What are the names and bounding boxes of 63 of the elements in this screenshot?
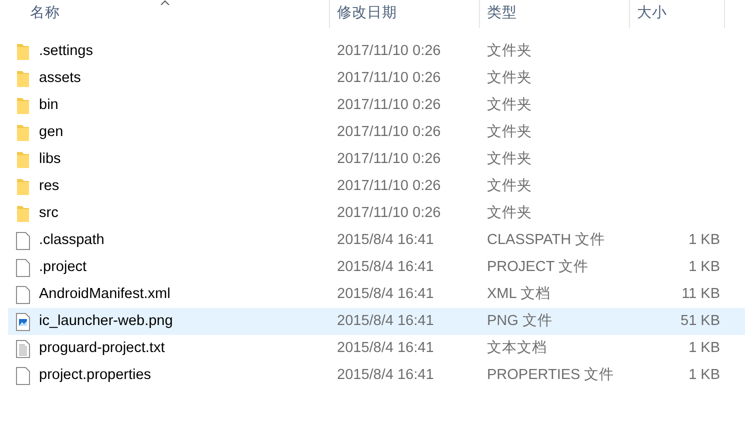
folder-icon xyxy=(16,124,30,142)
file-name: ic_launcher-web.png xyxy=(39,312,173,331)
file-name: bin xyxy=(39,96,58,115)
file-name: .classpath xyxy=(39,230,104,250)
file-type: 文件夹 xyxy=(486,122,533,142)
file-size: 1 KB xyxy=(688,258,720,277)
modified-date: 2017/11/10 0:26 xyxy=(336,204,442,223)
column-header[interactable]: 修改日期 xyxy=(330,3,397,25)
folder-icon xyxy=(16,204,30,222)
folder-icon xyxy=(16,150,30,168)
file-type: CLASSPATH 文件 xyxy=(486,230,606,250)
folder-icon xyxy=(16,42,30,60)
file-type: PROJECT 文件 xyxy=(486,258,590,277)
modified-date: 2017/11/10 0:26 xyxy=(336,122,442,142)
file-type: 文件夹 xyxy=(486,176,533,196)
file-type: XML 文档 xyxy=(486,284,552,304)
modified-date: 2015/8/4 16:41 xyxy=(336,366,435,385)
file-type: 文件夹 xyxy=(486,204,533,223)
modified-date: 2015/8/4 16:41 xyxy=(336,312,435,331)
file-icon xyxy=(16,232,30,250)
file-size: 1 KB xyxy=(688,366,720,385)
file-type: PROPERTIES 文件 xyxy=(486,366,616,385)
file-type: 文件夹 xyxy=(486,96,533,115)
modified-date: 2015/8/4 16:41 xyxy=(336,338,435,358)
file-icon xyxy=(16,286,30,304)
image-file-icon xyxy=(16,312,30,330)
modified-date: 2015/8/4 16:41 xyxy=(336,258,435,277)
file-size: 1 KB xyxy=(688,338,720,358)
file-name: libs xyxy=(39,150,61,169)
column-header[interactable]: 类型 xyxy=(480,3,517,25)
file-size: 51 KB xyxy=(680,312,720,331)
file-icon xyxy=(16,366,30,384)
file-name: proguard-project.txt xyxy=(39,338,165,358)
file-row[interactable]: ic_launcher-web.png 2015/8/4 16:41 PNG 文件 51 KB xyxy=(8,308,745,335)
file-name: assets xyxy=(39,68,81,88)
file-type: 文件夹 xyxy=(486,68,533,88)
file-name: res xyxy=(39,176,60,196)
file-name: project.properties xyxy=(39,366,152,385)
column-header[interactable]: 大小 xyxy=(630,3,667,25)
file-type: 文本文档 xyxy=(486,338,548,358)
file-name: .settings xyxy=(39,42,93,61)
folder-icon xyxy=(16,178,30,196)
modified-date: 2015/8/4 16:41 xyxy=(336,230,435,250)
file-name: gen xyxy=(39,122,64,142)
modified-date: 2017/11/10 0:26 xyxy=(336,150,442,169)
folder-icon xyxy=(16,96,30,114)
text-file-icon xyxy=(16,340,30,358)
file-name: AndroidManifest.xml xyxy=(39,284,170,304)
file-size: 1 KB xyxy=(688,230,720,250)
modified-date: 2017/11/10 0:26 xyxy=(336,96,442,115)
file-type: 文件夹 xyxy=(486,42,533,61)
modified-date: 2017/11/10 0:26 xyxy=(336,42,442,61)
modified-date: 2017/11/10 0:26 xyxy=(336,68,442,88)
modified-date: 2017/11/10 0:26 xyxy=(336,176,442,196)
file-size: 11 KB xyxy=(682,284,720,304)
column-header[interactable]: 名称 xyxy=(0,3,60,25)
file-type: 文件夹 xyxy=(486,150,533,169)
folder-icon xyxy=(16,70,30,88)
file-name: .project xyxy=(39,258,87,277)
file-icon xyxy=(16,258,30,276)
file-name: src xyxy=(39,204,58,223)
modified-date: 2015/8/4 16:41 xyxy=(336,284,435,304)
file-type: PNG 文件 xyxy=(486,312,554,331)
